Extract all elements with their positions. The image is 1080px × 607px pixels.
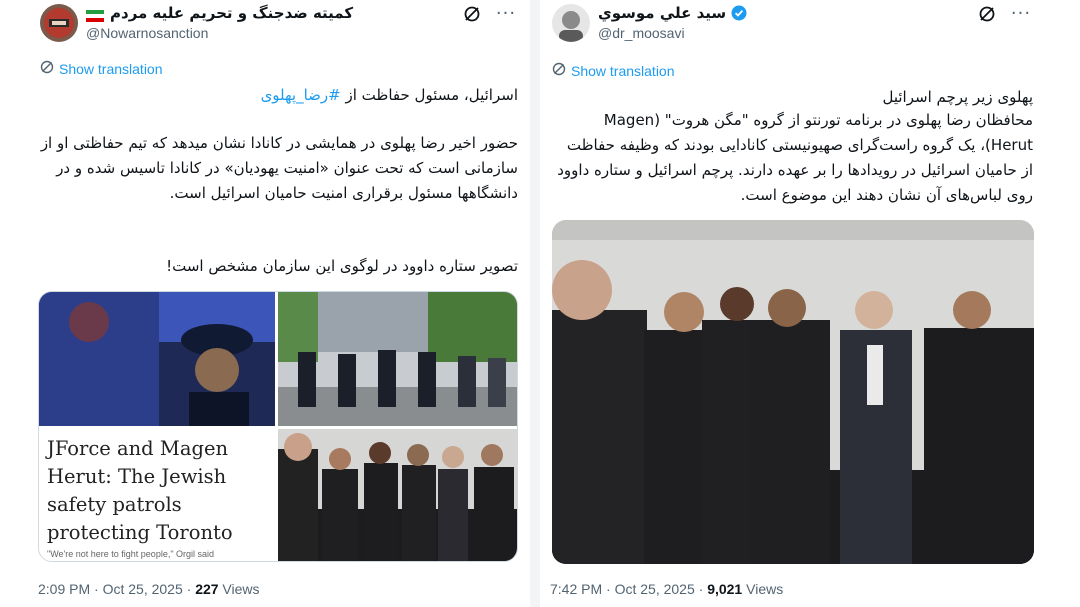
author-block: سيد علي موسوي @dr_moosavi xyxy=(598,4,747,41)
tweet-right: سيد علي موسوي @dr_moosavi ··· Show trans… xyxy=(540,0,1045,607)
show-translation-link[interactable]: Show translation xyxy=(552,62,675,79)
media-image-2[interactable] xyxy=(278,292,517,426)
display-name[interactable]: سيد علي موسوي xyxy=(598,4,726,22)
show-translation-label: Show translation xyxy=(571,62,675,79)
views-label: Views xyxy=(742,581,784,597)
article-headline: JForce and Magen Herut: The Jewish safet… xyxy=(47,437,233,544)
author-block: کمیته ضدجنگ و تحریم علیه مردم @Nowarnosa… xyxy=(86,4,353,41)
grok-slash-icon[interactable] xyxy=(977,4,997,24)
media-image-1[interactable] xyxy=(39,292,275,426)
title-text: اسرائیل، مسئول حفاظت از xyxy=(340,86,519,104)
tweet-paragraph: حضور اخیر رضا پهلوی در همایشی در کانادا … xyxy=(40,134,518,202)
tweet-meta: 7:42 PM · Oct 25, 2025 · 9,021 Views xyxy=(550,581,783,597)
tweet-title: پهلوی زیر پرچم اسرائیل xyxy=(882,88,1034,106)
tweet-left: کمیته ضدجنگ و تحریم علیه مردم @Nowarnosa… xyxy=(28,0,530,607)
handle[interactable]: @dr_moosavi xyxy=(598,25,747,41)
views-count: 9,021 xyxy=(707,581,743,597)
show-translation-label: Show translation xyxy=(59,60,163,77)
translate-icon xyxy=(40,60,54,77)
views-count: 227 xyxy=(195,581,219,597)
more-icon[interactable]: ··· xyxy=(1011,4,1031,24)
tweet-meta: 2:09 PM · Oct 25, 2025 · 227 Views xyxy=(38,581,260,597)
display-name[interactable]: کمیته ضدجنگ و تحریم علیه مردم xyxy=(110,4,353,22)
verified-badge-icon xyxy=(731,5,747,21)
article-card[interactable]: JForce and Magen Herut: The Jewish safet… xyxy=(39,429,275,561)
column-gutter xyxy=(530,0,540,607)
show-translation-link[interactable]: Show translation xyxy=(40,60,163,77)
views-label: Views xyxy=(218,581,260,597)
media-image-3[interactable] xyxy=(278,429,517,561)
tweet-header: کمیته ضدجنگ و تحریم علیه مردم @Nowarnosa… xyxy=(28,0,530,52)
timestamp[interactable]: 2:09 PM · Oct 25, 2025 · xyxy=(38,581,195,597)
article-snippet: "We're not here to fight people," Orgil … xyxy=(47,549,215,559)
avatar[interactable] xyxy=(552,4,590,42)
media-collage[interactable]: JForce and Magen Herut: The Jewish safet… xyxy=(38,291,518,562)
avatar[interactable] xyxy=(40,4,78,42)
tweet-paragraph: محافظان رضا پهلوی در برنامه تورنتو از گر… xyxy=(557,111,1033,204)
translate-icon xyxy=(552,62,566,79)
grok-slash-icon[interactable] xyxy=(462,4,482,24)
timestamp[interactable]: 7:42 PM · Oct 25, 2025 · xyxy=(550,581,707,597)
more-icon[interactable]: ··· xyxy=(496,4,516,24)
media-photo[interactable] xyxy=(552,220,1034,564)
tweet-title: اسرائیل، مسئول حفاظت از #رضا_پهلوی xyxy=(38,83,518,108)
iran-flag-icon xyxy=(86,7,104,22)
hashtag-link[interactable]: #رضا_پهلوی xyxy=(261,86,341,104)
handle[interactable]: @Nowarnosanction xyxy=(86,25,353,41)
tweet-paragraph-2: تصویر ستاره داوود در لوگوی این سازمان مش… xyxy=(166,257,518,275)
tweet-header: سيد علي موسوي @dr_moosavi ··· xyxy=(540,0,1045,52)
